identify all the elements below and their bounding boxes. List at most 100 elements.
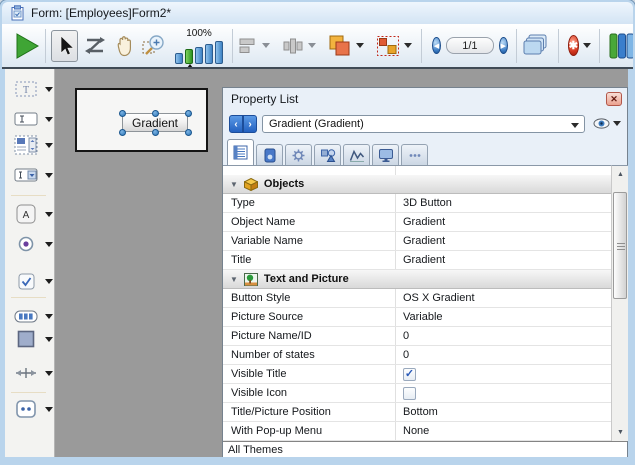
entry-order-tool-button[interactable]: [83, 34, 107, 58]
input-tool-dropdown-arrow[interactable]: [45, 117, 53, 122]
eye-icon: [593, 118, 610, 129]
zoom-bar-200[interactable]: [195, 47, 203, 64]
distribute-dropdown-arrow[interactable]: [308, 43, 316, 48]
selection-handle-bottom-left[interactable]: [119, 129, 126, 136]
tab-more[interactable]: [401, 144, 428, 165]
tab-coordinates[interactable]: [314, 144, 341, 165]
selection-handle-bottom-middle[interactable]: [152, 129, 159, 136]
tab-events[interactable]: [343, 144, 370, 165]
zoom-bar-100-selected[interactable]: [185, 49, 193, 64]
view-options-button[interactable]: [593, 118, 621, 129]
button-tool-dropdown-arrow[interactable]: [45, 212, 53, 217]
align-objects-button[interactable]: [238, 36, 258, 56]
property-label: Title: [223, 251, 396, 269]
zoom-bar-50[interactable]: [175, 53, 183, 64]
selection-handle-top-middle[interactable]: [152, 110, 159, 117]
splitter-tool-dropdown-arrow[interactable]: [45, 371, 53, 376]
sidebar-tool-input[interactable]: [5, 109, 54, 129]
explorer-books-button[interactable]: [609, 32, 633, 60]
text-tool-dropdown-arrow[interactable]: [45, 87, 53, 92]
sidebar-tool-text[interactable]: T: [5, 79, 54, 99]
previous-object-button[interactable]: ‹: [229, 115, 243, 133]
sidebar-tool-radio-button[interactable]: [5, 234, 54, 254]
list-box-tool-dropdown-arrow[interactable]: [45, 143, 53, 148]
section-objects[interactable]: ▼ Objects: [223, 175, 611, 194]
property-scrollbar[interactable]: ▲ ▼: [611, 165, 628, 441]
radio-button-tool-dropdown-arrow[interactable]: [45, 242, 53, 247]
sidebar-tool-plugin-area[interactable]: [5, 399, 54, 419]
property-value[interactable]: Bottom: [396, 403, 611, 421]
sidebar-tool-combo-box[interactable]: [5, 165, 54, 185]
property-value[interactable]: OS X Gradient: [396, 289, 611, 307]
property-value[interactable]: None: [396, 422, 611, 440]
object-selector-dropdown[interactable]: Gradient (Gradient): [262, 115, 585, 133]
display-views-button[interactable]: [522, 33, 550, 59]
text-tool-icon: T: [14, 81, 38, 97]
property-list-title: Property List: [231, 92, 298, 106]
check-box-tool-dropdown-arrow[interactable]: [45, 279, 53, 284]
execute-form-button[interactable]: [14, 32, 40, 60]
property-list-header[interactable]: Property List: [223, 88, 627, 110]
scrollbar-up-arrow[interactable]: ▲: [613, 167, 628, 182]
sidebar-tool-list-box[interactable]: [5, 135, 54, 155]
more-tab-icon: [407, 148, 423, 163]
sidebar-tool-check-box[interactable]: [5, 271, 54, 291]
scrollbar-thumb[interactable]: [613, 192, 627, 299]
scrollbar-down-arrow[interactable]: ▼: [613, 425, 628, 440]
zoom-bar-400[interactable]: [205, 44, 213, 64]
rectangle-tool-dropdown-arrow[interactable]: [45, 337, 53, 342]
property-value[interactable]: Variable: [396, 308, 611, 326]
form-actions-button[interactable]: ✱: [568, 35, 579, 56]
sidebar-tool-button[interactable]: A: [5, 204, 54, 224]
window-title: Form: [Employees]Form2*: [31, 6, 171, 20]
tab-display[interactable]: [372, 144, 399, 165]
property-value[interactable]: Gradient: [396, 251, 611, 269]
title-bar: Form: [Employees]Form2*: [2, 2, 633, 24]
tab-all-properties[interactable]: [227, 139, 254, 165]
combo-box-tool-dropdown-arrow[interactable]: [45, 173, 53, 178]
next-object-button[interactable]: ›: [243, 115, 257, 133]
zoom-tool-button[interactable]: [141, 33, 167, 59]
tab-description[interactable]: [256, 144, 283, 165]
move-tool-button[interactable]: [113, 33, 137, 59]
zoom-bars[interactable]: [175, 40, 223, 64]
property-value[interactable]: 3D Button: [396, 194, 611, 212]
page-indicator: 1/1: [446, 37, 494, 54]
property-value[interactable]: 0: [396, 327, 611, 345]
previous-page-button[interactable]: ◀: [432, 37, 441, 54]
selection-handle-top-right[interactable]: [185, 110, 192, 117]
sidebar-tool-button-grid[interactable]: [5, 306, 54, 326]
selection-handle-bottom-right[interactable]: [185, 129, 192, 136]
property-value[interactable]: Gradient: [396, 213, 611, 231]
splitter-tool-icon: [14, 366, 38, 380]
button-grid-tool-dropdown-arrow[interactable]: [45, 314, 53, 319]
close-panel-button[interactable]: ✕: [606, 92, 622, 106]
distribute-objects-button[interactable]: [282, 36, 304, 56]
select-tool-button[interactable]: [51, 30, 78, 62]
group-dropdown-arrow[interactable]: [404, 43, 412, 48]
selection-handle-top-left[interactable]: [119, 110, 126, 117]
property-value[interactable]: Gradient: [396, 232, 611, 250]
property-row-object-name: Object Name Gradient: [223, 213, 611, 232]
property-row-type: Type 3D Button: [223, 194, 611, 213]
level-dropdown-arrow[interactable]: [356, 43, 364, 48]
object-level-button[interactable]: [328, 34, 352, 58]
visible-title-checkbox[interactable]: [403, 368, 416, 381]
section-text-and-picture[interactable]: ▼ Text and Picture: [223, 270, 611, 289]
property-value[interactable]: 0: [396, 346, 611, 364]
next-page-button[interactable]: ▶: [499, 37, 508, 54]
align-dropdown-arrow[interactable]: [262, 43, 270, 48]
zoom-level-widget[interactable]: 100%: [175, 28, 223, 64]
plugin-area-tool-dropdown-arrow[interactable]: [45, 407, 53, 412]
editor-area: T: [5, 69, 628, 457]
property-grid: ▼ Objects Type 3D Button Object Name Gra…: [223, 165, 611, 441]
tab-action[interactable]: [285, 144, 312, 165]
zoom-bar-800[interactable]: [215, 41, 223, 64]
visible-icon-checkbox[interactable]: [403, 387, 416, 400]
actions-dropdown-arrow[interactable]: [583, 43, 591, 48]
collapse-triangle-icon[interactable]: ▼: [230, 275, 238, 284]
sidebar-tool-splitter[interactable]: [5, 363, 54, 383]
group-objects-button[interactable]: [376, 35, 400, 57]
collapse-triangle-icon[interactable]: ▼: [230, 180, 238, 189]
sidebar-tool-rectangle[interactable]: [5, 329, 54, 349]
